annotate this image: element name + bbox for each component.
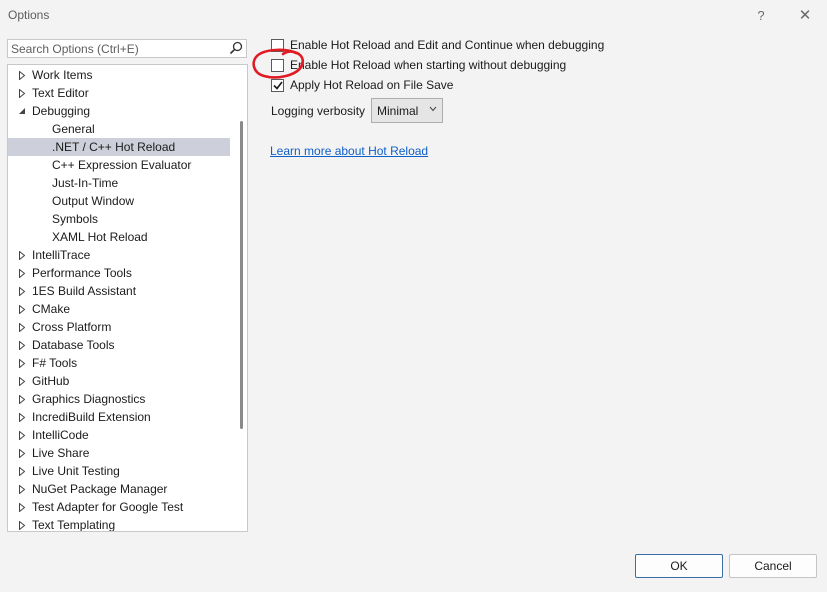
tree-item[interactable]: CMake [8, 300, 230, 318]
collapsed-arrow-icon[interactable] [17, 264, 27, 282]
tree-item[interactable]: Work Items [8, 66, 230, 84]
search-input[interactable] [11, 41, 223, 56]
logging-verbosity-value: Minimal [377, 104, 419, 118]
tree-item[interactable]: IntelliTrace [8, 246, 230, 264]
collapsed-arrow-icon[interactable] [17, 480, 27, 498]
collapsed-arrow-icon[interactable] [17, 336, 27, 354]
tree-item-label: General [52, 122, 95, 136]
tree-item-label: Live Share [32, 446, 90, 460]
collapsed-arrow-icon[interactable] [17, 444, 27, 462]
tree-item-label: Live Unit Testing [32, 464, 120, 478]
tree-item[interactable]: IntelliCode [8, 426, 230, 444]
tree-item-label: Symbols [52, 212, 99, 226]
red-circle-annotation [252, 48, 305, 79]
tree-item[interactable]: F# Tools [8, 354, 230, 372]
tree-item-label: Output Window [52, 194, 135, 208]
tree-item[interactable]: GitHub [8, 372, 230, 390]
tree-item[interactable]: Database Tools [8, 336, 230, 354]
collapsed-arrow-icon[interactable] [17, 408, 27, 426]
option-label: Enable Hot Reload when starting without … [290, 58, 567, 72]
tree-item[interactable]: Live Unit Testing [8, 462, 230, 480]
tree-item[interactable]: NuGet Package Manager [8, 480, 230, 498]
chevron-down-icon [429, 106, 437, 112]
tree-item-label: Just-In-Time [52, 176, 119, 190]
tree-item-label: Graphics Diagnostics [32, 392, 146, 406]
expanded-arrow-icon[interactable] [17, 102, 27, 120]
tree-item-label: Performance Tools [32, 266, 132, 280]
collapsed-arrow-icon[interactable] [17, 498, 27, 516]
tree-item[interactable]: .NET / C++ Hot Reload [8, 138, 230, 156]
tree-item[interactable]: Text Editor [8, 84, 230, 102]
tree-item[interactable]: Graphics Diagnostics [8, 390, 230, 408]
cancel-button[interactable]: Cancel [729, 554, 817, 578]
collapsed-arrow-icon[interactable] [17, 462, 27, 480]
close-button[interactable]: ✕ [792, 4, 818, 26]
tree-item[interactable]: C++ Expression Evaluator [8, 156, 230, 174]
tree-item-label: XAML Hot Reload [52, 230, 148, 244]
tree-item[interactable]: Performance Tools [8, 264, 230, 282]
tree-item[interactable]: IncrediBuild Extension [8, 408, 230, 426]
tree-item[interactable]: 1ES Build Assistant [8, 282, 230, 300]
tree-item-label: IntelliCode [32, 428, 89, 442]
ok-button[interactable]: OK [635, 554, 723, 578]
tree-item-label: Work Items [32, 68, 93, 82]
search-box[interactable] [7, 39, 247, 58]
collapsed-arrow-icon[interactable] [17, 282, 27, 300]
tree-scrollbar[interactable] [237, 65, 247, 531]
learn-more-link[interactable]: Learn more about Hot Reload [270, 144, 428, 158]
collapsed-arrow-icon[interactable] [17, 354, 27, 372]
collapsed-arrow-icon[interactable] [17, 66, 27, 84]
tree-item[interactable]: Live Share [8, 444, 230, 462]
collapsed-arrow-icon[interactable] [17, 516, 27, 531]
tree-item-label: 1ES Build Assistant [32, 284, 137, 298]
help-icon: ? [757, 7, 765, 23]
collapsed-arrow-icon[interactable] [17, 390, 27, 408]
logging-verbosity-select[interactable]: Minimal [371, 98, 443, 123]
collapsed-arrow-icon[interactable] [17, 372, 27, 390]
collapsed-arrow-icon[interactable] [17, 318, 27, 336]
tree-item-label: NuGet Package Manager [32, 482, 168, 496]
collapsed-arrow-icon[interactable] [17, 426, 27, 444]
tree-item-label: Cross Platform [32, 320, 112, 334]
tree-item-label: F# Tools [32, 356, 78, 370]
title-bar: Options ? ✕ [0, 0, 827, 30]
tree-item-label: Debugging [32, 104, 91, 118]
tree-item-label: IntelliTrace [32, 248, 91, 262]
tree-item-label: Text Editor [32, 86, 89, 100]
tree-item-label: GitHub [32, 374, 70, 388]
tree-item-label: Test Adapter for Google Test [32, 500, 184, 514]
tree-item-label: Database Tools [32, 338, 115, 352]
scroll-thumb[interactable] [240, 121, 243, 429]
help-button[interactable]: ? [748, 4, 774, 26]
tree-item[interactable]: General [8, 120, 230, 138]
tree-item[interactable]: XAML Hot Reload [8, 228, 230, 246]
tree-item[interactable]: Symbols [8, 210, 230, 228]
tree-item-label: .NET / C++ Hot Reload [52, 140, 176, 154]
tree-item[interactable]: Test Adapter for Google Test [8, 498, 230, 516]
tree-item[interactable]: Text Templating [8, 516, 230, 532]
collapsed-arrow-icon[interactable] [17, 246, 27, 264]
tree-item[interactable]: Output Window [8, 192, 230, 210]
collapsed-arrow-icon[interactable] [17, 300, 27, 318]
tree-item-label: C++ Expression Evaluator [52, 158, 192, 172]
option-label: Enable Hot Reload and Edit and Continue … [290, 38, 605, 52]
tree-item-label: IncrediBuild Extension [32, 410, 151, 424]
window-title: Options [8, 8, 50, 22]
options-tree[interactable]: Work Items Text Editor Debugging General .NE… [7, 64, 248, 532]
tree-item-label: Text Templating [32, 518, 116, 532]
tree-item[interactable]: Just-In-Time [8, 174, 230, 192]
tree-item[interactable]: Debugging [8, 102, 230, 120]
search-icon[interactable] [229, 41, 243, 55]
ok-button-label: OK [670, 559, 688, 573]
tree-item[interactable]: Cross Platform [8, 318, 230, 336]
logging-verbosity-label: Logging verbosity [271, 104, 366, 118]
tree-item-label: CMake [32, 302, 71, 316]
option-label: Apply Hot Reload on File Save [290, 78, 454, 92]
cancel-button-label: Cancel [754, 559, 792, 573]
collapsed-arrow-icon[interactable] [17, 84, 27, 102]
close-icon: ✕ [798, 7, 812, 24]
